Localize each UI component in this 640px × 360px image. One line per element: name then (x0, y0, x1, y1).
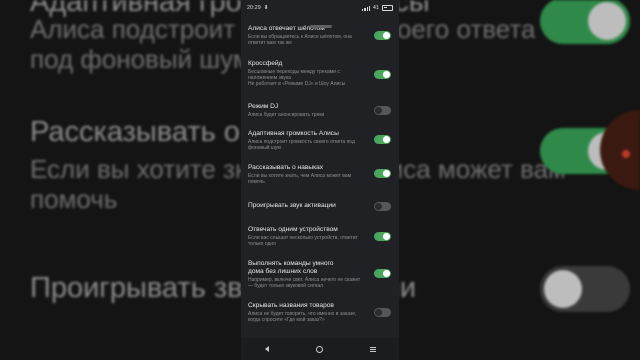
toggle-hide-product-names[interactable] (374, 308, 391, 317)
setting-title: Адаптивная громкость Алисы (248, 130, 339, 137)
setting-title: Режим DJ (248, 103, 279, 110)
setting-adaptive-volume[interactable]: Адаптивная громкость Алисы Алиса подстро… (248, 130, 393, 151)
bg-toggle-3 (540, 266, 630, 312)
phone-screen: 20:29 ⬇ 41 Алиса отвечает шёпотом Если в… (241, 0, 399, 360)
navigation-bar (241, 338, 399, 360)
setting-description: Бесшовные переходы между треками с налож… (248, 69, 346, 88)
toggle-activation-sound[interactable] (374, 202, 391, 211)
setting-description: Если вы обращаетесь к Алисе шёпотом, она… (248, 34, 352, 47)
setting-description: Алиса не будет говорить, что именно в за… (248, 311, 357, 324)
setting-title: Отвечать одним устройством (248, 226, 338, 233)
toggle-crossfade[interactable] (374, 70, 391, 79)
setting-crossfade[interactable]: Кроссфейд Бесшовные переходы между трека… (248, 60, 393, 87)
settings-list[interactable]: Алиса отвечает шёпотом Если вы обращаете… (241, 0, 399, 338)
toggle-dj-mode[interactable] (374, 106, 391, 115)
setting-skills[interactable]: Рассказывать о навыках Если вы хотите зн… (248, 164, 393, 185)
setting-title: Рассказывать о навыках (248, 164, 324, 171)
toggle-whisper[interactable] (374, 31, 391, 40)
home-icon[interactable] (315, 345, 323, 353)
bg-toggle-1 (540, 0, 630, 44)
setting-description: Алиса подстроит громкость своего ответа … (248, 139, 355, 152)
bg-desc-line-2: под фоновый шум (30, 44, 251, 74)
setting-title: Кроссфейд (248, 60, 283, 67)
sheet-drag-handle[interactable] (310, 25, 332, 28)
setting-dj-mode[interactable]: Режим DJ Алиса будет анонсировать треки (248, 103, 393, 118)
setting-description: Например, включи свет. Алиса ничего не с… (248, 277, 361, 290)
toggle-adaptive-volume[interactable] (374, 135, 391, 144)
setting-description: Если вы хотите знать, чем Алиса может ва… (248, 173, 352, 186)
toggle-single-device[interactable] (374, 232, 391, 241)
setting-title: Проигрывать звук активации (248, 202, 336, 209)
setting-title: Скрывать названия товаров (248, 302, 334, 309)
setting-hide-product-names[interactable]: Скрывать названия товаров Алиса не будет… (248, 302, 393, 323)
setting-description: Алиса будет анонсировать треки (248, 112, 325, 118)
toggle-skills[interactable] (374, 169, 391, 178)
setting-single-device[interactable]: Отвечать одним устройством Если вас слыш… (248, 226, 393, 247)
setting-activation-sound[interactable]: Проигрывать звук активации (248, 202, 393, 211)
back-icon[interactable] (264, 346, 269, 352)
bg-mic-dot (600, 110, 640, 190)
setting-description: Если вас слышат несколько устройств, отв… (248, 235, 358, 248)
toggle-smart-home-silent[interactable] (374, 269, 391, 278)
setting-title: Выполнять команды умного дома без лишних… (248, 260, 334, 275)
setting-title: Алиса отвечает шёпотом (248, 25, 325, 32)
setting-smart-home-silent[interactable]: Выполнять команды умного дома без лишних… (248, 260, 393, 289)
setting-whisper[interactable]: Алиса отвечает шёпотом Если вы обращаете… (248, 25, 393, 46)
bg-desc-line-4: помочь (30, 184, 118, 214)
recent-apps-icon[interactable] (369, 346, 376, 352)
